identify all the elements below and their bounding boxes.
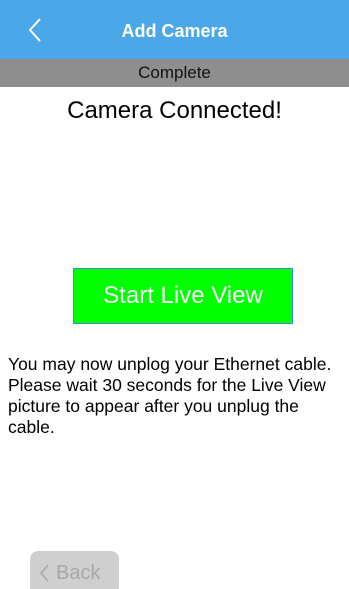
navigation-bar: Add Camera: [0, 0, 349, 59]
status-title: Camera Connected!: [67, 97, 282, 124]
add-camera-screen: Add Camera Complete Camera Connected! St…: [0, 0, 349, 589]
chevron-left-icon: [39, 564, 49, 582]
start-live-view-button[interactable]: Start Live View: [73, 268, 293, 324]
instructions-text: You may now unplog your Ethernet cable. …: [8, 354, 332, 437]
back-button[interactable]: Back: [30, 551, 119, 589]
step-indicator: Complete: [0, 59, 349, 87]
chevron-left-icon[interactable]: [22, 15, 52, 45]
back-button-label: Back: [56, 562, 101, 584]
nav-title: Add Camera: [121, 21, 228, 41]
